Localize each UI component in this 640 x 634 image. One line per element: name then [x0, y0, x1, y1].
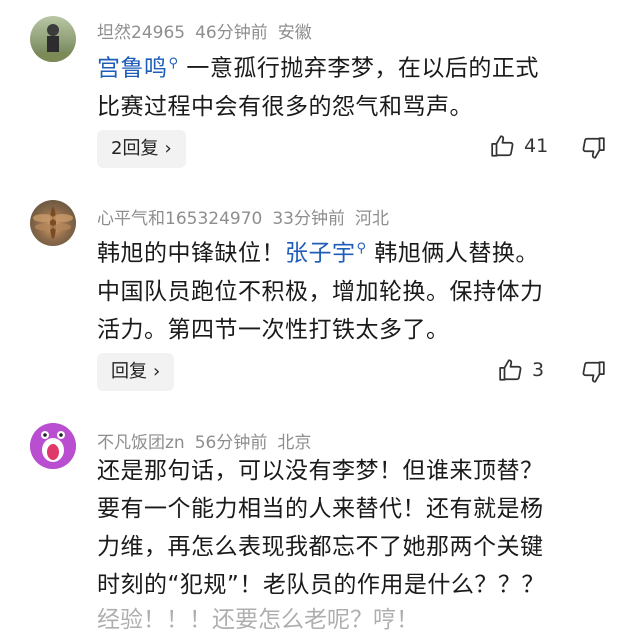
comment-text-line: 时刻的“犯规”！老队员的作用是什么？？？ — [97, 572, 545, 598]
reply-button[interactable]: 回复 › — [97, 353, 175, 391]
thumbs-down-icon[interactable] — [580, 359, 606, 385]
comment-text-line: 活力。第四节一次性打铁太多了。 — [97, 316, 450, 343]
timestamp: 33分钟前 — [272, 209, 345, 229]
comment-meta: 心平气和165324970 33分钟前 河北 — [97, 204, 399, 229]
comment-text-line: 中国队员跑位不积极，增加轮换。保持体力 — [97, 278, 544, 305]
location: 河北 — [354, 209, 389, 229]
chevron-right-icon: › — [164, 138, 172, 159]
like-button[interactable]: 3 — [498, 357, 548, 387]
username[interactable]: 坦然24965 — [97, 23, 185, 43]
reply-label: 2回复 — [111, 138, 159, 159]
search-icon: ⚲ — [168, 56, 179, 71]
username[interactable]: 心平气和165324970 — [97, 209, 262, 229]
comment-text: 韩旭的中锋缺位！张子宇⚲ 韩旭俩人替换。 中国队员跑位不积极，增加轮换。保持体力… — [97, 230, 617, 349]
dragonfly-avatar-image — [33, 207, 73, 239]
timestamp: 56分钟前 — [194, 433, 268, 453]
thumbs-up-icon — [499, 359, 522, 381]
comment-meta: 不凡饭团zn 56分钟前 北京 — [97, 428, 321, 453]
comment-meta: 坦然24965 46分钟前 安徽 — [97, 18, 322, 43]
comment-text-line: 还是那句话，可以没有李梦！但谁来顶替？ — [97, 458, 544, 484]
timestamp: 46分钟前 — [195, 23, 268, 43]
username[interactable]: 不凡饭团zn — [97, 433, 185, 453]
thumbs-up-icon — [491, 135, 514, 157]
comment-text: 还是那句话，可以没有李梦！但谁来顶替？ 要有一个能力相当的人来替代！还有就是杨 … — [97, 452, 617, 604]
location: 安徽 — [277, 23, 312, 43]
mention-link[interactable]: 张子宇 — [285, 241, 356, 267]
avatar[interactable] — [30, 423, 76, 469]
comment-text-partial-line: 经验！！！还要怎么老呢？哼！ — [97, 607, 419, 633]
mention-link[interactable]: 宫鲁鸣 — [97, 56, 168, 82]
like-count: 41 — [524, 135, 549, 157]
comment-text-line: 韩旭俩人替换。 — [366, 240, 539, 267]
person-avatar-image — [30, 24, 76, 62]
comment-text: 宫鲁鸣⚲ 一意孤行抛弃李梦，在以后的正式 比赛过程中会有很多的怨气和骂声。 — [97, 45, 617, 126]
comment-text-line: 要有一个能力相当的人来替代！还有就是杨 — [97, 496, 544, 522]
chevron-right-icon: › — [153, 361, 161, 382]
reply-button[interactable]: 2回复 › — [97, 130, 186, 168]
avatar[interactable] — [30, 16, 76, 62]
avatar[interactable] — [30, 200, 76, 246]
like-count: 3 — [532, 359, 545, 381]
monster-avatar-image — [30, 423, 76, 469]
search-icon: ⚲ — [356, 241, 367, 256]
like-button[interactable]: 41 — [490, 133, 550, 163]
comment-text-line: 力维，再怎么表现我都忘不了她那两个关键 — [97, 534, 544, 560]
comment-text-line: 韩旭的中锋缺位！ — [97, 240, 285, 267]
comment-text-line: 一意孤行抛弃李梦，在以后的正式 — [178, 55, 539, 82]
thumbs-down-icon[interactable] — [580, 135, 606, 161]
comment-text-line: 比赛过程中会有很多的怨气和骂声。 — [97, 93, 473, 120]
reply-label: 回复 — [111, 361, 147, 382]
location: 北京 — [277, 433, 312, 453]
